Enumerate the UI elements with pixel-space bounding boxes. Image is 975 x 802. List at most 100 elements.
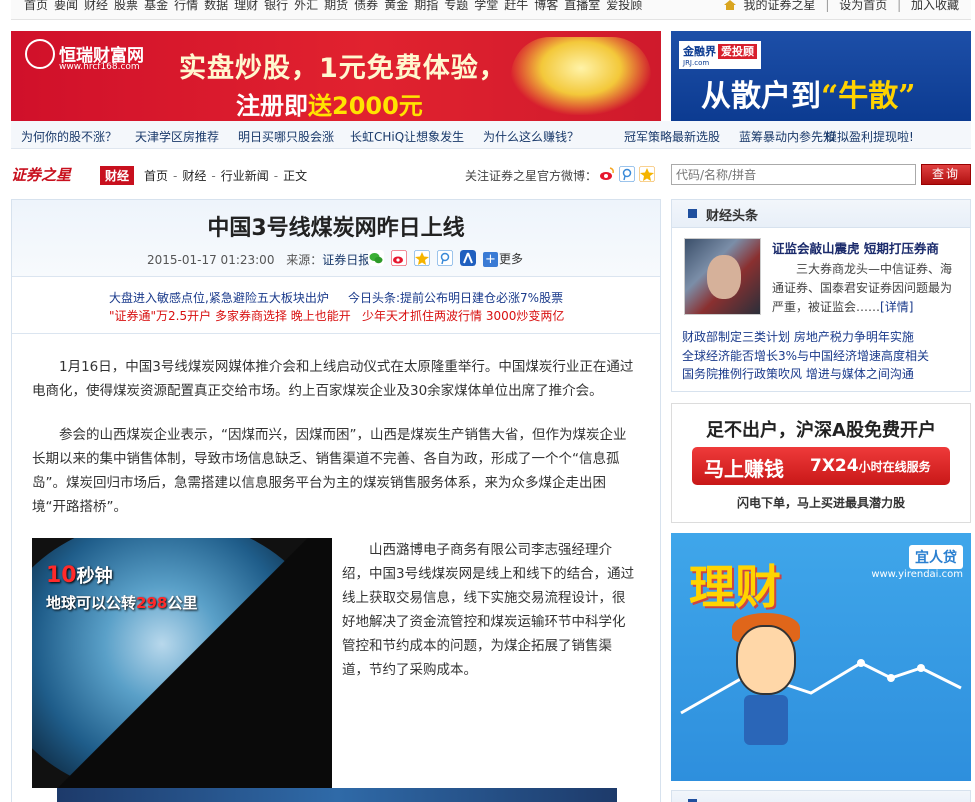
section-tag[interactable]: 财经 [100,166,135,185]
top-nav-link[interactable]: 博客 [534,0,558,12]
source-link[interactable]: 证券日报 [322,253,370,267]
ad-open-account[interactable]: 足不出户，沪深A股免费开户 马上赚钱 7X24小时在线服务 闪电下单，马上买进最… [671,403,971,523]
top-nav-link[interactable]: 学堂 [474,0,498,12]
detail-link[interactable]: [详情] [880,300,913,314]
promo-link[interactable]: 蓝筹暴动内参先知 [739,128,835,145]
square-bullet-icon [688,209,697,218]
add-favorite-link[interactable]: 加入收藏 [911,0,959,12]
finance-headlines-box: 财经头条 证监会敲山震虎 短期打压券商 三大券商龙头—中信证券、海通证券、国泰君… [671,199,971,392]
yirendai-url: www.yirendai.com [871,569,963,580]
top-nav-link[interactable]: 基金 [144,0,168,12]
promo-link[interactable]: 少年天才抓住两波行情 3000炒变两亿 [362,307,564,324]
tencent-weibo-icon[interactable] [619,166,635,182]
breadcrumb-item[interactable]: 财经 [182,169,206,183]
top-nav-link[interactable]: 期货 [324,0,348,12]
top-nav-link[interactable]: 期指 [414,0,438,12]
top-nav-link[interactable]: 债券 [354,0,378,12]
promo-link[interactable]: 大盘进入敏感点位,紧急避险五大板块出炉 [109,289,329,306]
top-nav-link[interactable]: 爱投顾 [606,0,642,12]
ad-line2-prefix: 注册即 [236,92,308,120]
promo-link[interactable]: 为什么这么赚钱？ [483,128,579,145]
ad-line2-highlight: 送2000元 [308,92,423,120]
ad-line2: 注册即送2000元 [236,86,423,121]
breadcrumb-item: 正文 [283,169,308,183]
promo-links-bar: 为何你的股不涨？ 天津学区房推荐 明日买哪只股会涨 长虹CHiQ让想象发生 为什么这么赚… [11,121,971,149]
article-title: 中国3号线煤炭网昨日上线 [207,216,465,241]
promo-link[interactable]: "证券通"万2.5开户 多家券商选择 晚上也能开 [109,307,351,324]
top-nav-link[interactable]: 股票 [114,0,138,12]
promo-link[interactable]: 模拟盈利提现啦! [825,128,914,145]
top-nav-link[interactable]: 直播室 [564,0,600,12]
breadcrumb-item[interactable]: 行业新闻 [221,169,269,183]
ad-yirendai[interactable]: 理财 宜人贷 www.yirendai.com [671,533,971,781]
my-account-link[interactable]: 我的证券之星 [723,0,820,12]
jrj-logo: 金融界 爱投顾 JRJ.com [679,41,761,69]
promo-link[interactable]: 为何你的股不涨？ [21,128,117,145]
cartoon-head [736,625,796,695]
cartoon-person-image [726,603,806,773]
share-more-button[interactable]: + 更多 [483,250,523,267]
weibo-icon[interactable] [599,166,615,182]
finance-box-header: 财经头条 [672,200,970,228]
news-link[interactable]: 财政部制定三类计划 房地产税力争明年实施 [682,328,914,345]
earn-now-button[interactable]: 马上赚钱 7X24小时在线服务 [692,447,950,485]
promo-link[interactable]: 天津学区房推荐 [135,128,219,145]
ad-banner-jrj[interactable]: 金融界 爱投顾 JRJ.com 从散户到“牛散” [671,31,971,121]
article-side-paragraph: 山西潞博电子商务有限公司李志强经理介绍，中国3号线煤炭网是线上和线下的结合，通过… [342,542,635,678]
plus-icon: + [483,252,498,267]
image-ad-line2-number: 298 [136,594,168,612]
article-body: 1月16日，中国3号线煤炭网媒体推介会和上线启动仪式在太原隆重举行。中国煤炭行业… [32,355,637,539]
article-image-ad[interactable]: 10秒钟 地球可以公转298公里 [32,538,332,788]
breadcrumb-item[interactable]: 首页 [144,169,168,183]
search-button[interactable]: 查询 [921,164,971,185]
search-input[interactable] [671,164,916,185]
ad-banner-hrcf[interactable]: 恒瑞财富网 www.hrcf168.com 实盘炒股，1元免费体验， 注册即送2… [11,31,661,121]
breadcrumb-separator: - [273,169,279,183]
headline-title[interactable]: 证监会敲山震虎 短期打压券商 [772,238,939,257]
qzone-share-icon[interactable] [414,250,430,266]
top-nav-link[interactable]: 银行 [264,0,288,12]
top-nav-link[interactable]: 要闻 [54,0,78,12]
top-nav-link[interactable]: 财经 [84,0,108,12]
article-datetime: 2015-01-17 01:23:00 [147,253,275,267]
finance-box-title: 财经头条 [706,209,759,224]
news-link[interactable]: 国务院推例行政策吹风 增进与媒体之间沟通 [682,365,914,382]
headline-thumbnail[interactable] [684,238,761,315]
set-homepage-link[interactable]: 设为首页 [839,0,887,12]
news-link[interactable]: 全球经济能否增长3%与中国经济增速高度相关 [682,347,929,364]
top-nav-link[interactable]: 专题 [444,0,468,12]
top-nav-link[interactable]: 理财 [234,0,258,12]
wechat-share-icon[interactable] [368,250,384,266]
jrj-brand-tag: 爱投顾 [718,44,757,59]
top-nav-link[interactable]: 赶牛 [504,0,528,12]
article-bottom-image [57,788,617,802]
top-nav-link[interactable]: 首页 [24,0,48,12]
site-header: 证券之星 财经 首页-财经-行业新闻-正文 关注证券之星官方微博： 查询 [11,163,971,187]
weibo-share-icon[interactable] [391,250,407,266]
divider: | [825,0,830,12]
promo-link[interactable]: 明日买哪只股会涨 [238,128,334,145]
promo-link[interactable]: 冠军策略最新选股 [624,128,720,145]
article-header: 中国3号线煤炭网昨日上线 2015-01-17 01:23:00 来源：证券日报… [12,200,660,277]
tencent-weibo-share-icon[interactable] [437,250,453,266]
article-meta: 2015-01-17 01:23:00 来源：证券日报 [147,251,370,268]
jrj-brand: 金融界 [683,45,716,58]
divider: | [897,0,902,12]
renren-share-icon[interactable] [460,250,476,266]
top-nav-link[interactable]: 黄金 [384,0,408,12]
cartoon-body [744,695,788,745]
image-ad-text: 秒钟 [76,566,113,587]
promo-link[interactable]: 今日头条:提前公布明日建仓必涨7%股票 [348,289,563,306]
top-nav-link[interactable]: 行情 [174,0,198,12]
site-logo[interactable]: 证券之星 [11,164,71,185]
top-nav-link[interactable]: 外汇 [294,0,318,12]
my-account-label: 我的证券之星 [743,0,816,12]
promo-link[interactable]: 长虹CHiQ让想象发生 [350,128,464,145]
top-nav: 首页 要闻 财经 股票 基金 行情 数据 理财 银行 外汇 期货 债券 黄金 期指 专题 学堂 赶牛 博客 直播室爱… [11,0,971,20]
top-nav-link[interactable]: 数据 [204,0,228,12]
headline-summary: 三大券商龙头—中信证券、海通证券、国泰君安证券因问题最为严重，被证监会……[详情… [772,260,958,317]
qzone-icon[interactable] [639,166,655,182]
jrj-slogan-highlight: “牛散” [821,79,916,114]
jrj-brand-sub: JRJ.com [683,59,710,67]
article-source: 来源：证券日报 [286,253,370,267]
